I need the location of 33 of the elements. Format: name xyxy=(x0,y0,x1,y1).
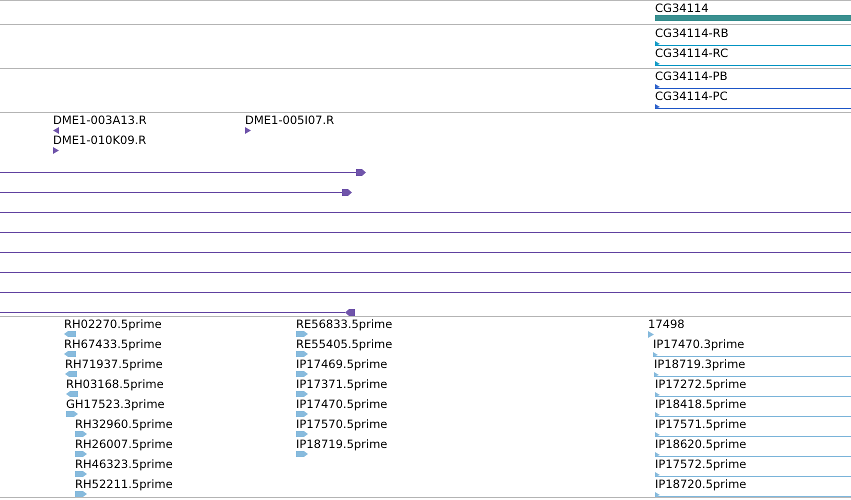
feature-label: CG34114-PC xyxy=(655,90,728,103)
feature-label: IP18719.5prime xyxy=(296,438,388,451)
feature-label: IP17272.5prime xyxy=(655,378,746,391)
feature-label: IP17570.5prime xyxy=(296,418,388,431)
feature-label: IP18620.5prime xyxy=(655,438,746,451)
feature-label: DME1-003A13.R xyxy=(53,114,147,127)
feature-label: IP17469.5prime xyxy=(296,358,388,371)
feature-label: IP18418.5prime xyxy=(655,398,746,411)
feature-label: CG34114-RC xyxy=(655,47,728,60)
feature-label: IP18719.3prime xyxy=(654,358,746,371)
feature-label: IP17470.5prime xyxy=(296,398,388,411)
feature-label: RH46323.5prime xyxy=(75,458,173,471)
feature-label: DME1-010K09.R xyxy=(53,134,146,147)
feature-label: CG34114-RB xyxy=(655,27,729,40)
feature-label: RH26007.5prime xyxy=(75,438,173,451)
feature-label: RH32960.5prime xyxy=(75,418,173,431)
feature-label: CG34114 xyxy=(655,2,709,15)
feature-label: RH52211.5prime xyxy=(75,478,173,491)
feature-label: 17498 xyxy=(648,318,685,331)
feature-label: IP17470.3prime xyxy=(653,338,744,351)
feature-label: RH03168.5prime xyxy=(66,378,164,391)
feature-label: IP18720.5prime xyxy=(655,478,746,491)
feature-label: GH17523.3prime xyxy=(66,398,165,411)
feature-label: RE56833.5prime xyxy=(296,318,392,331)
feature-label: RH71937.5prime xyxy=(65,358,163,371)
feature-label: IP17371.5prime xyxy=(296,378,388,391)
feature-label: RH02270.5prime xyxy=(64,318,162,331)
feature-label: DME1-005I07.R xyxy=(245,114,334,127)
feature-label: RH67433.5prime xyxy=(64,338,162,351)
feature-label: RE55405.5prime xyxy=(296,338,392,351)
feature-label: IP17571.5prime xyxy=(655,418,746,431)
feature-label: CG34114-PB xyxy=(655,70,728,83)
feature-label: IP17572.5prime xyxy=(655,458,746,471)
